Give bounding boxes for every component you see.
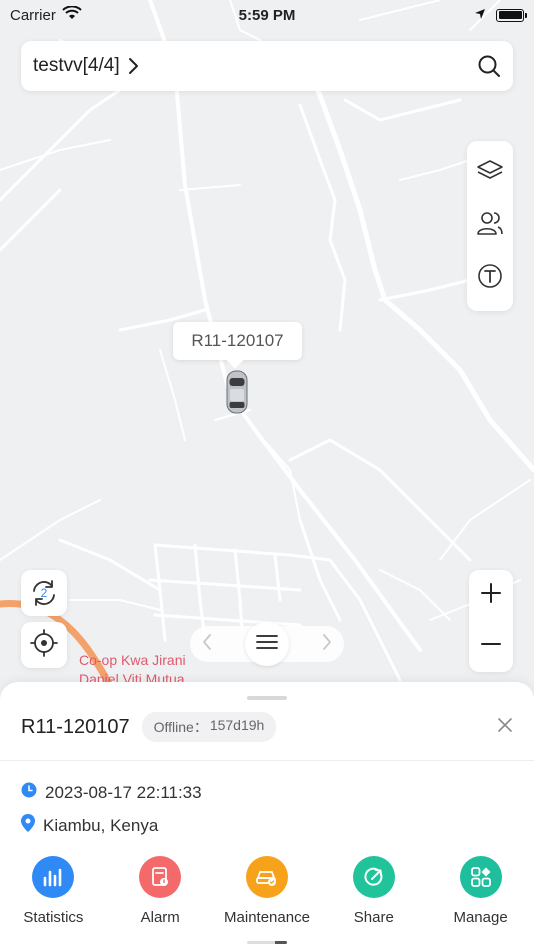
sheet-grabber[interactable] (247, 696, 287, 700)
place-label-coop: Co-op Kwa Jirani (79, 652, 186, 668)
chevron-right-icon[interactable] (128, 57, 140, 75)
status-left: Carrier (10, 5, 82, 24)
status-right (474, 7, 527, 24)
map-layers-button[interactable] (467, 148, 513, 198)
refresh-badge: 2 (40, 586, 48, 600)
home-indicator (247, 941, 287, 944)
timestamp-text: 2023-08-17 22:11:33 (45, 782, 202, 802)
alarm-button[interactable]: Alarm (107, 856, 214, 926)
layers-icon (476, 159, 504, 188)
alarm-icon (139, 856, 182, 898)
maintenance-button[interactable]: Maintenance (214, 856, 321, 926)
share-icon (352, 856, 395, 898)
traffic-button[interactable] (467, 254, 513, 304)
carrier-label: Carrier (10, 6, 56, 24)
vehicle-detail-sheet: R11-120107 Offline： 157d19h 2023-08-17 2… (0, 682, 534, 950)
chevron-left-icon (202, 633, 212, 656)
location-pin-icon (21, 814, 35, 837)
map-tool-panel (467, 141, 513, 311)
share-button[interactable]: Share (320, 856, 427, 926)
timestamp-row: 2023-08-17 22:11:33 (21, 782, 202, 803)
manage-icon (459, 856, 502, 898)
manage-label: Manage (453, 909, 508, 926)
menu-icon (256, 634, 278, 655)
vehicle-name: R11-120107 (21, 715, 130, 738)
chevron-right-icon (322, 633, 332, 656)
next-vehicle-button[interactable] (322, 633, 332, 656)
vehicle-switcher (190, 622, 344, 666)
sheet-header: R11-120107 Offline： 157d19h (21, 712, 513, 742)
locate-button[interactable] (21, 622, 67, 668)
group-search-bar[interactable]: testvv[4/4] (21, 41, 513, 91)
group-name[interactable]: testvv[4/4] (33, 55, 120, 77)
zoom-in-button[interactable] (469, 570, 513, 621)
car-marker-icon[interactable] (224, 369, 250, 415)
users-button[interactable] (467, 201, 513, 251)
close-icon (497, 717, 513, 738)
location-arrow-icon (474, 7, 486, 24)
status-bar: Carrier 5:59 PM (0, 0, 534, 30)
refresh-countdown-icon: 2 (30, 579, 58, 607)
status-label: Offline： (153, 719, 208, 735)
vehicle-map-label[interactable]: R11-120107 (173, 322, 302, 360)
maintenance-icon (245, 856, 288, 898)
clock-icon (21, 782, 37, 803)
manage-button[interactable]: Manage (427, 856, 534, 926)
close-button[interactable] (497, 717, 513, 738)
action-bar: Statistics Alarm Maintenance Share Manag… (0, 856, 534, 926)
location-text: Kiambu, Kenya (43, 815, 159, 835)
refresh-button[interactable]: 2 (21, 570, 67, 616)
location-row: Kiambu, Kenya (21, 814, 158, 837)
status-badge: Offline： 157d19h (141, 712, 277, 742)
zoom-out-button[interactable] (469, 621, 513, 672)
users-icon (476, 210, 504, 241)
sheet-divider (0, 760, 534, 761)
minus-icon (480, 633, 502, 660)
status-duration: 157d19h (209, 717, 265, 733)
alarm-label: Alarm (140, 909, 180, 926)
statistics-button[interactable]: Statistics (0, 856, 107, 926)
statistics-icon (32, 856, 75, 898)
traffic-t-icon (477, 263, 503, 294)
previous-vehicle-button[interactable] (202, 633, 212, 656)
search-icon[interactable] (477, 54, 501, 78)
wifi-icon (62, 5, 82, 24)
vehicle-list-button[interactable] (245, 622, 289, 666)
crosshair-icon (30, 628, 58, 662)
share-label: Share (353, 909, 394, 926)
statistics-label: Statistics (23, 909, 84, 926)
battery-icon (496, 8, 527, 22)
maintenance-label: Maintenance (224, 909, 310, 926)
zoom-controls (469, 570, 513, 672)
plus-icon (480, 582, 502, 609)
